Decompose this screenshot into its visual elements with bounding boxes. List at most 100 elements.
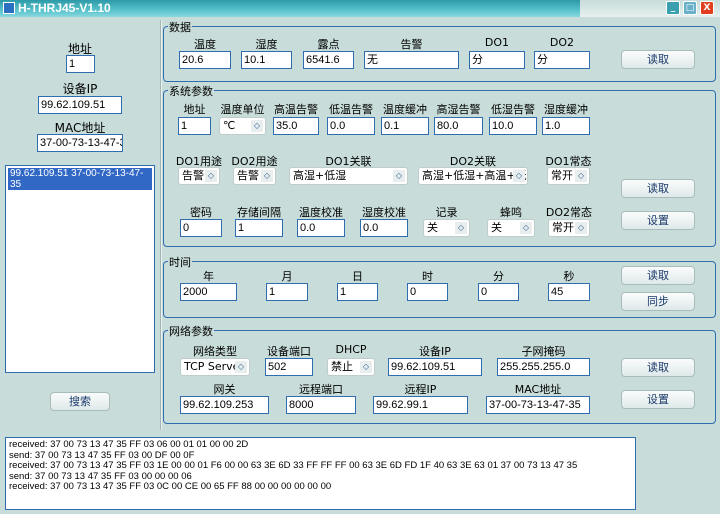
- field-input[interactable]: 8000: [286, 396, 356, 414]
- field-input[interactable]: 1.0: [542, 117, 590, 135]
- field-input[interactable]: 无: [364, 51, 459, 69]
- field-input[interactable]: 1: [235, 219, 283, 237]
- field-label: MAC地址: [514, 383, 562, 396]
- field-label: 子网掩码: [521, 345, 566, 358]
- field-label: 湿度缓冲: [544, 103, 588, 116]
- field-value: 20.6: [182, 54, 204, 66]
- field-label: 设备IP: [419, 345, 451, 358]
- field-input[interactable]: 10.0: [489, 117, 537, 135]
- sys-set-button[interactable]: 设置: [621, 211, 695, 230]
- field-value: 0.0: [330, 120, 346, 132]
- field-input[interactable]: 20.6: [179, 51, 231, 69]
- log-box[interactable]: received: 37 00 73 13 47 35 FF 03 06 00 …: [5, 437, 636, 510]
- field-label: 月: [281, 270, 293, 283]
- net-read-button[interactable]: 读取: [621, 358, 695, 377]
- field-label: 网关: [213, 383, 236, 396]
- field-label: 日: [352, 270, 363, 283]
- field-select[interactable]: 告警 ◇: [178, 167, 220, 185]
- field-input[interactable]: 99.62.99.1: [373, 396, 468, 414]
- system-params-title: 系统参数: [168, 83, 214, 99]
- field-input[interactable]: 10.1: [241, 51, 292, 69]
- field-value: 99.62.109.253: [183, 399, 254, 411]
- field-select[interactable]: 高湿+低湿 ◇: [289, 167, 408, 185]
- list-item[interactable]: 99.62.109.51 37-00-73-13-47-35: [8, 168, 152, 190]
- device-list[interactable]: 99.62.109.51 37-00-73-13-47-35: [5, 165, 155, 373]
- field-input[interactable]: 99.62.109.51: [388, 358, 482, 376]
- field-label: 网络类型: [193, 345, 237, 358]
- field-input[interactable]: 0.0: [297, 219, 345, 237]
- field-input[interactable]: 1: [337, 283, 378, 301]
- field-label: DHCP: [335, 343, 367, 356]
- field-input[interactable]: 0.0: [360, 219, 408, 237]
- field-input[interactable]: 502: [265, 358, 313, 376]
- field-value: 35.0: [276, 120, 298, 132]
- field-value: 告警: [182, 169, 204, 182]
- address-input[interactable]: 1: [66, 55, 95, 73]
- search-button[interactable]: 搜索: [50, 392, 110, 411]
- field-input[interactable]: 37-00-73-13-47-35: [486, 396, 590, 414]
- field-input[interactable]: 35.0: [273, 117, 319, 135]
- field-select[interactable]: 告警 ◇: [233, 167, 276, 185]
- field-input[interactable]: 2000: [180, 283, 237, 301]
- field-value: 1: [269, 286, 276, 298]
- minimize-button[interactable]: _: [666, 1, 680, 15]
- close-button[interactable]: X: [700, 1, 714, 15]
- field-input[interactable]: 0: [180, 219, 222, 237]
- field-select[interactable]: 关 ◇: [423, 219, 470, 237]
- field-input[interactable]: 0: [407, 283, 448, 301]
- field-label: 告警: [400, 38, 423, 51]
- field-label: 远程端口: [299, 383, 343, 396]
- updown-arrow-icon: ◇: [261, 170, 273, 182]
- updown-arrow-icon: ◇: [251, 120, 263, 132]
- field-input[interactable]: 45: [548, 283, 590, 301]
- time-sync-button[interactable]: 同步: [621, 292, 695, 311]
- field-input[interactable]: 0: [478, 283, 519, 301]
- updown-arrow-icon: ◇: [235, 361, 247, 373]
- field-input[interactable]: 255.255.255.0: [497, 358, 590, 376]
- field-input[interactable]: 99.62.109.253: [180, 396, 269, 414]
- field-select[interactable]: 禁止 ◇: [327, 358, 375, 376]
- field-select[interactable]: 常开 ◇: [548, 219, 590, 237]
- field-input[interactable]: 分: [534, 51, 590, 69]
- updown-arrow-icon: ◇: [520, 222, 532, 234]
- field-value: 0: [481, 286, 488, 298]
- field-select[interactable]: TCP Server ◇: [180, 358, 250, 376]
- field-select[interactable]: 常开 ◇: [547, 167, 590, 185]
- field-value: 99.62.99.1: [376, 399, 428, 411]
- field-value: 常开: [551, 169, 573, 182]
- maximize-button[interactable]: □: [683, 1, 697, 15]
- field-value: 高湿+低湿: [293, 169, 347, 182]
- field-value: ℃: [223, 119, 236, 132]
- net-set-button[interactable]: 设置: [621, 390, 695, 409]
- data-read-button[interactable]: 读取: [621, 50, 695, 69]
- field-label: 蜂鸣: [500, 206, 522, 219]
- device-ip-input[interactable]: 99.62.109.51: [38, 96, 122, 114]
- field-select[interactable]: ℃ ◇: [219, 117, 266, 135]
- field-value: 2000: [183, 286, 208, 298]
- field-input[interactable]: 1: [266, 283, 308, 301]
- sys-read-button[interactable]: 读取: [621, 179, 695, 198]
- field-label: 湿度: [255, 38, 278, 51]
- field-input[interactable]: 80.0: [434, 117, 483, 135]
- field-input[interactable]: 0.0: [327, 117, 375, 135]
- field-input[interactable]: 6541.6: [303, 51, 354, 69]
- field-value: 常开: [552, 221, 574, 234]
- splitter[interactable]: [160, 20, 162, 430]
- field-value: 10.0: [492, 120, 514, 132]
- updown-arrow-icon: ◇: [575, 170, 587, 182]
- field-input[interactable]: 1: [178, 117, 211, 135]
- field-value: 0.1: [384, 120, 400, 132]
- field-value: 分: [472, 54, 483, 66]
- field-label: DO2常态: [545, 206, 593, 219]
- mac-input[interactable]: 37-00-73-13-47-35: [37, 134, 123, 152]
- device-ip-label: 设备IP: [62, 82, 98, 96]
- field-select[interactable]: 高湿+低湿+高温+低温 ◇: [418, 167, 528, 185]
- field-label: 湿度校准: [362, 206, 406, 219]
- time-read-button[interactable]: 读取: [621, 266, 695, 285]
- field-input[interactable]: 0.1: [381, 117, 429, 135]
- field-input[interactable]: 分: [469, 51, 525, 69]
- field-value: 502: [268, 361, 287, 373]
- data-group-title: 数据: [168, 19, 192, 35]
- field-select[interactable]: 关 ◇: [487, 219, 535, 237]
- field-value: 0.0: [300, 222, 316, 234]
